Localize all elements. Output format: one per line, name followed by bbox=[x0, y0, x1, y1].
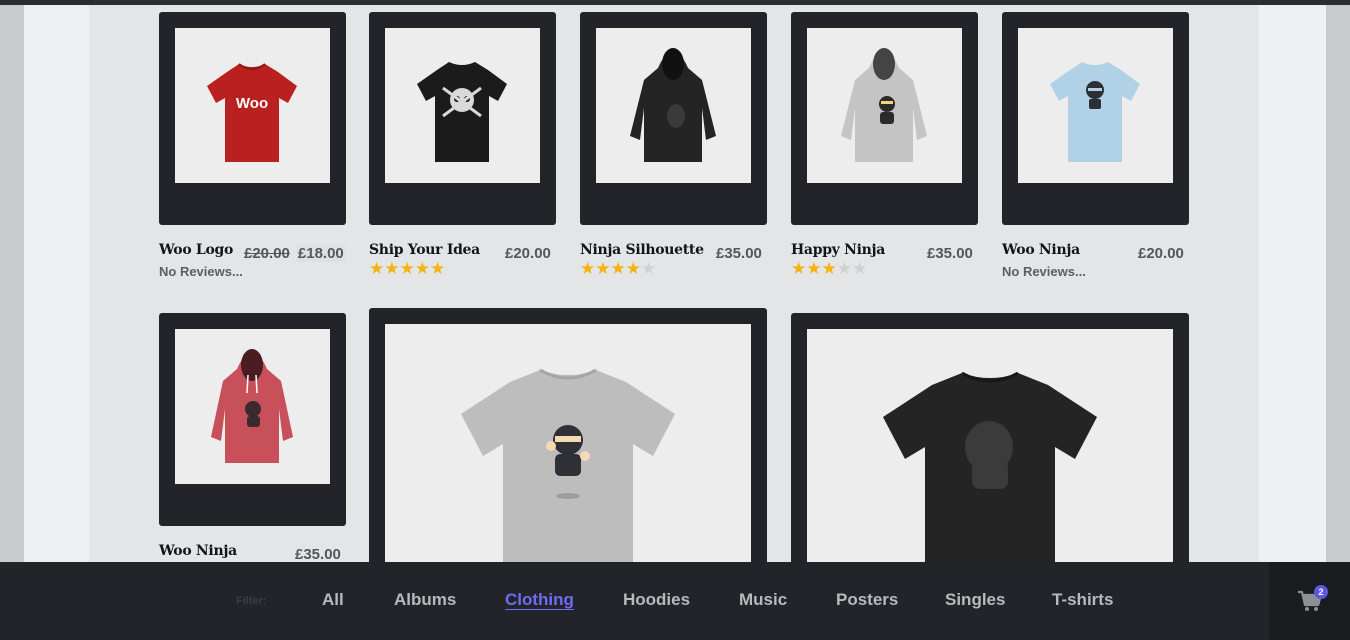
star-rating: ★★★★★ bbox=[369, 259, 446, 278]
product-name[interactable]: Woo Ninja bbox=[159, 543, 237, 559]
product-image[interactable] bbox=[175, 329, 330, 484]
product-image[interactable] bbox=[596, 28, 751, 183]
rating-text: No Reviews... bbox=[1002, 264, 1086, 279]
product-name[interactable]: Ninja Silhouette bbox=[580, 242, 704, 258]
product-name[interactable]: Woo Ninja bbox=[1002, 242, 1080, 258]
product-image[interactable]: Woo bbox=[175, 28, 330, 183]
product-price: £20.00 bbox=[1138, 245, 1184, 262]
cart-count-badge: 2 bbox=[1314, 585, 1328, 599]
filter-music[interactable]: Music bbox=[739, 590, 787, 610]
product-name[interactable]: Ship Your Idea bbox=[369, 242, 480, 258]
star-rating: ★★★★★ bbox=[580, 259, 657, 278]
product-price: £35.00 bbox=[716, 245, 762, 262]
filter-tshirts[interactable]: T-shirts bbox=[1052, 590, 1113, 610]
product-card-ship-your-idea[interactable] bbox=[369, 12, 556, 225]
product-image[interactable] bbox=[1018, 28, 1173, 183]
product-name[interactable]: Woo Logo bbox=[159, 242, 233, 258]
product-price: £20.00 £18.00 bbox=[244, 245, 346, 262]
product-card-woo-ninja-tshirt[interactable] bbox=[1002, 12, 1189, 225]
filter-bar: Filter: All Albums Clothing Hoodies Musi… bbox=[0, 562, 1350, 640]
filter-label: Filter: bbox=[236, 595, 267, 607]
product-image[interactable] bbox=[385, 324, 751, 568]
cart-button[interactable]: 2 bbox=[1269, 562, 1350, 640]
filter-albums[interactable]: Albums bbox=[394, 590, 456, 610]
star-rating: ★★★★★ bbox=[791, 259, 868, 278]
product-image[interactable] bbox=[385, 28, 540, 183]
filter-all[interactable]: All bbox=[322, 590, 344, 610]
product-price: £20.00 bbox=[505, 245, 551, 262]
filter-hoodies[interactable]: Hoodies bbox=[623, 590, 690, 610]
filter-clothing[interactable]: Clothing bbox=[505, 590, 574, 610]
old-price: £20.00 bbox=[244, 245, 290, 262]
product-image[interactable] bbox=[807, 28, 962, 183]
product-price: £35.00 bbox=[295, 546, 341, 563]
sale-price: £18.00 bbox=[295, 245, 346, 262]
product-card-woo-ninja-hoodie[interactable] bbox=[159, 313, 346, 526]
svg-text:Woo: Woo bbox=[236, 95, 268, 112]
product-price: £35.00 bbox=[927, 245, 973, 262]
product-card-happy-ninja[interactable] bbox=[791, 12, 978, 225]
product-card-happy-ninja-tshirt[interactable] bbox=[369, 308, 767, 568]
rating-text: No Reviews... bbox=[159, 264, 243, 279]
product-card-woo-logo[interactable]: Woo bbox=[159, 12, 346, 225]
product-card-ninja-silhouette-tshirt[interactable] bbox=[791, 313, 1189, 568]
filter-singles[interactable]: Singles bbox=[945, 590, 1005, 610]
product-card-ninja-silhouette[interactable] bbox=[580, 12, 767, 225]
product-name[interactable]: Happy Ninja bbox=[791, 242, 885, 258]
filter-posters[interactable]: Posters bbox=[836, 590, 898, 610]
product-image[interactable] bbox=[807, 329, 1173, 568]
